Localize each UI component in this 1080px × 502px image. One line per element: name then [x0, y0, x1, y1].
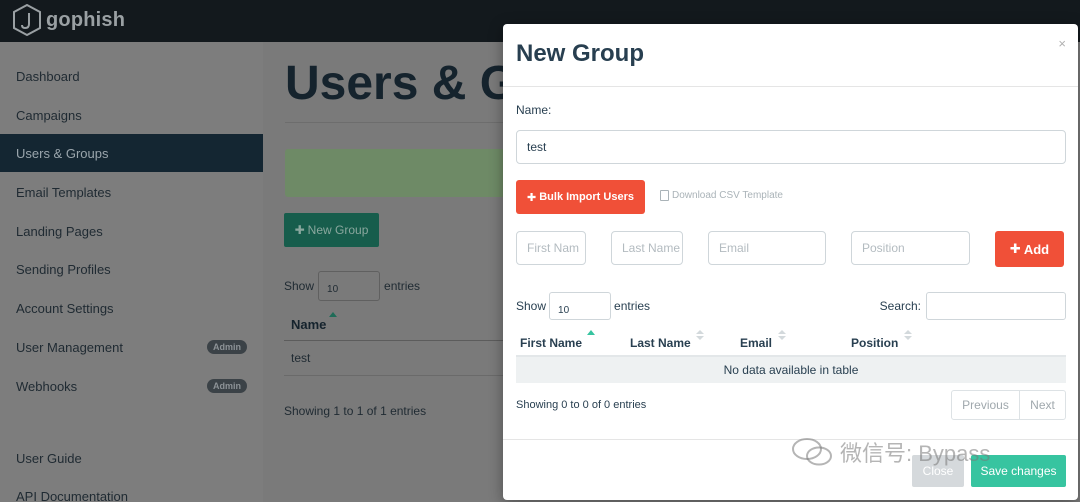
- add-user-button[interactable]: ✚ Add: [995, 231, 1064, 267]
- column-header-last-name[interactable]: Last Name: [630, 336, 691, 350]
- empty-table-row: No data available in table: [516, 357, 1066, 383]
- sidebar-item-label: Landing Pages: [16, 223, 103, 239]
- sidebar-item-label: Users & Groups: [16, 145, 109, 161]
- modal-header-divider: [503, 86, 1078, 87]
- modal-title: New Group: [516, 40, 645, 67]
- sidebar-item-label: Sending Profiles: [16, 261, 111, 277]
- sidebar-item-sending-profiles[interactable]: Sending Profiles: [0, 250, 263, 288]
- sidebar-item-label: Email Templates: [16, 184, 112, 200]
- first-name-input[interactable]: First Nam: [516, 231, 586, 265]
- show-label: Show: [516, 299, 547, 313]
- sidebar-item-label: Dashboard: [16, 68, 80, 84]
- search-input[interactable]: [926, 292, 1066, 320]
- sidebar-item-label: Campaigns: [16, 107, 82, 123]
- next-page-button[interactable]: Next: [1020, 391, 1065, 419]
- table-header-divider: [284, 340, 524, 341]
- new-group-button[interactable]: ✚ New Group: [284, 213, 379, 247]
- table-search: Search:: [880, 292, 1066, 320]
- column-header-position[interactable]: Position: [851, 336, 898, 350]
- sidebar-item-api-documentation[interactable]: API Documentation: [0, 477, 263, 502]
- table-info: Showing 0 to 0 of 0 entries: [516, 399, 647, 411]
- download-csv-template-link[interactable]: Download CSV Template: [660, 190, 783, 201]
- group-name-input[interactable]: test: [516, 130, 1066, 164]
- admin-badge: Admin: [207, 379, 247, 393]
- sidebar-item-email-templates[interactable]: Email Templates: [0, 173, 263, 211]
- sidebar-item-user-guide[interactable]: User Guide: [0, 439, 263, 477]
- search-label: Search:: [879, 299, 921, 313]
- column-header-name[interactable]: Name: [291, 317, 326, 332]
- entries-select[interactable]: 10: [549, 292, 612, 320]
- sidebar-item-label: API Documentation: [16, 488, 129, 502]
- sidebar-item-account-settings[interactable]: Account Settings: [0, 289, 263, 327]
- entries-select[interactable]: 10: [318, 271, 381, 301]
- entries-label: entries: [384, 279, 421, 293]
- sort-both-icon: [904, 330, 912, 342]
- modal-footer-divider: [503, 439, 1078, 440]
- show-label: Show: [284, 279, 315, 293]
- column-header-email[interactable]: Email: [740, 336, 772, 350]
- close-button[interactable]: Close: [912, 455, 964, 487]
- entries-label: entries: [614, 299, 651, 313]
- sidebar-item-dashboard[interactable]: Dashboard: [0, 57, 263, 95]
- modal-entries-length-control: Show 10 entries: [516, 292, 650, 320]
- sidebar-item-users-groups[interactable]: Users & Groups: [0, 134, 263, 172]
- sidebar: Dashboard Campaigns Users & Groups Email…: [0, 42, 263, 502]
- email-input[interactable]: Email: [708, 231, 826, 265]
- sidebar-item-webhooks[interactable]: Webhooks Admin: [0, 367, 263, 405]
- sort-asc-icon: [587, 330, 595, 335]
- brand-name: gophish: [46, 8, 126, 31]
- save-changes-button[interactable]: Save changes: [971, 455, 1066, 487]
- pagination: Previous Next: [951, 390, 1066, 420]
- sidebar-item-campaigns[interactable]: Campaigns: [0, 96, 263, 134]
- file-icon: [660, 190, 669, 201]
- add-label: Add: [1023, 241, 1050, 257]
- sidebar-item-landing-pages[interactable]: Landing Pages: [0, 212, 263, 250]
- sidebar-item-user-management[interactable]: User Management Admin: [0, 328, 263, 366]
- plus-icon: ✚: [294, 223, 305, 237]
- title-divider: [285, 122, 525, 123]
- last-name-input[interactable]: Last Name: [611, 231, 683, 265]
- bulk-import-users-button[interactable]: ✚ Bulk Import Users: [516, 180, 645, 214]
- plus-icon: ✚: [527, 191, 537, 204]
- table-row[interactable]: test: [291, 351, 310, 365]
- table-row-divider: [284, 375, 524, 376]
- column-header-first-name[interactable]: First Name: [520, 336, 582, 350]
- bulk-import-label: Bulk Import Users: [539, 191, 634, 203]
- csv-link-label: Download CSV Template: [672, 190, 783, 201]
- new-group-label: New Group: [307, 223, 369, 237]
- new-group-modal: New Group × Name: test ✚ Bulk Import Use…: [503, 24, 1078, 500]
- sidebar-item-label: Webhooks: [16, 378, 78, 394]
- admin-badge: Admin: [207, 340, 247, 354]
- position-input[interactable]: Position: [851, 231, 970, 265]
- sidebar-item-label: Account Settings: [16, 300, 114, 316]
- brand-link[interactable]: gophish: [12, 4, 125, 36]
- table-info: Showing 1 to 1 of 1 entries: [284, 404, 427, 418]
- sort-asc-icon: [329, 312, 337, 317]
- flash-message: [285, 149, 525, 197]
- page-title: Users & G: [285, 57, 518, 110]
- sidebar-item-label: User Management: [16, 339, 123, 355]
- plus-icon: ✚: [1009, 241, 1021, 256]
- close-icon[interactable]: ×: [1058, 36, 1066, 51]
- entries-length-control: Show 10 entries: [284, 271, 420, 301]
- name-label: Name:: [516, 103, 552, 117]
- previous-page-button[interactable]: Previous: [952, 391, 1020, 419]
- sort-both-icon: [778, 330, 786, 342]
- gophish-logo-icon: [13, 4, 41, 36]
- sidebar-item-label: User Guide: [16, 450, 82, 466]
- sort-both-icon: [696, 330, 704, 342]
